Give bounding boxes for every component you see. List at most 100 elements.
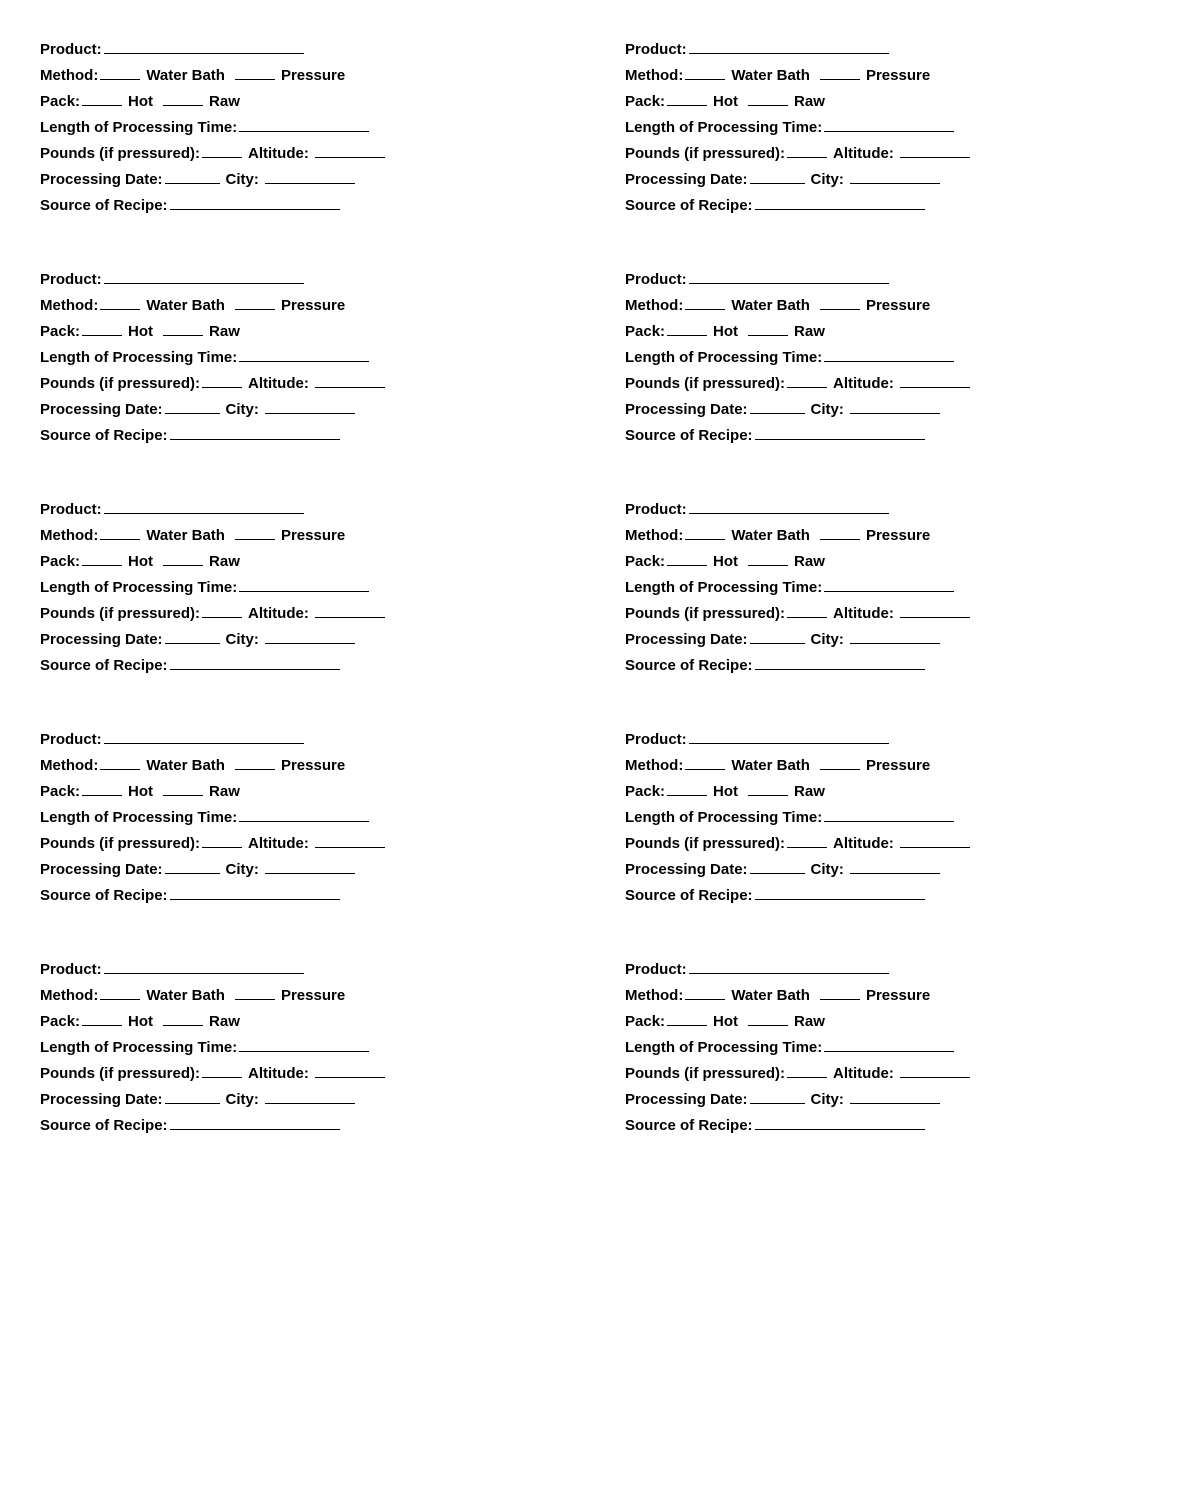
method-check-waterbath[interactable] (685, 294, 725, 310)
source-field[interactable] (170, 194, 340, 210)
method-check-waterbath[interactable] (100, 754, 140, 770)
altitude-field[interactable] (315, 832, 385, 848)
processing-date-field[interactable] (750, 1088, 805, 1104)
length-field[interactable] (824, 116, 954, 132)
pounds-field[interactable] (787, 142, 827, 158)
city-field[interactable] (265, 628, 355, 644)
method-check-waterbath[interactable] (685, 984, 725, 1000)
pack-check-raw[interactable] (163, 90, 203, 106)
method-check-waterbath[interactable] (100, 984, 140, 1000)
length-field[interactable] (824, 806, 954, 822)
method-check-pressure[interactable] (235, 64, 275, 80)
product-field[interactable] (104, 38, 304, 54)
product-field[interactable] (104, 958, 304, 974)
method-check-pressure[interactable] (820, 294, 860, 310)
pounds-field[interactable] (787, 832, 827, 848)
source-field[interactable] (755, 424, 925, 440)
city-field[interactable] (850, 628, 940, 644)
processing-date-field[interactable] (165, 168, 220, 184)
pack-check-hot[interactable] (667, 1010, 707, 1026)
pounds-field[interactable] (202, 142, 242, 158)
length-field[interactable] (239, 576, 369, 592)
pack-check-hot[interactable] (667, 320, 707, 336)
source-field[interactable] (755, 1114, 925, 1130)
product-field[interactable] (689, 268, 889, 284)
pounds-field[interactable] (202, 602, 242, 618)
pounds-field[interactable] (787, 372, 827, 388)
pack-check-hot[interactable] (82, 780, 122, 796)
pack-check-raw[interactable] (748, 90, 788, 106)
pounds-field[interactable] (787, 602, 827, 618)
method-check-pressure[interactable] (235, 294, 275, 310)
method-check-pressure[interactable] (820, 984, 860, 1000)
method-check-pressure[interactable] (820, 754, 860, 770)
city-field[interactable] (850, 398, 940, 414)
method-check-waterbath[interactable] (100, 64, 140, 80)
pounds-field[interactable] (787, 1062, 827, 1078)
length-field[interactable] (824, 1036, 954, 1052)
method-check-pressure[interactable] (820, 64, 860, 80)
method-check-pressure[interactable] (235, 754, 275, 770)
source-field[interactable] (755, 654, 925, 670)
processing-date-field[interactable] (165, 628, 220, 644)
altitude-field[interactable] (900, 602, 970, 618)
city-field[interactable] (850, 168, 940, 184)
method-check-waterbath[interactable] (685, 754, 725, 770)
product-field[interactable] (104, 498, 304, 514)
pack-check-raw[interactable] (163, 1010, 203, 1026)
product-field[interactable] (689, 38, 889, 54)
pack-check-hot[interactable] (667, 780, 707, 796)
pack-check-raw[interactable] (748, 320, 788, 336)
length-field[interactable] (239, 346, 369, 362)
pack-check-hot[interactable] (82, 1010, 122, 1026)
altitude-field[interactable] (315, 372, 385, 388)
pack-check-hot[interactable] (82, 320, 122, 336)
city-field[interactable] (850, 1088, 940, 1104)
pack-check-hot[interactable] (667, 90, 707, 106)
pack-check-raw[interactable] (163, 320, 203, 336)
pounds-field[interactable] (202, 372, 242, 388)
processing-date-field[interactable] (165, 858, 220, 874)
length-field[interactable] (239, 116, 369, 132)
source-field[interactable] (170, 884, 340, 900)
processing-date-field[interactable] (750, 398, 805, 414)
length-field[interactable] (824, 576, 954, 592)
method-check-pressure[interactable] (235, 984, 275, 1000)
city-field[interactable] (265, 168, 355, 184)
altitude-field[interactable] (315, 1062, 385, 1078)
altitude-field[interactable] (900, 1062, 970, 1078)
pack-check-hot[interactable] (82, 90, 122, 106)
source-field[interactable] (755, 884, 925, 900)
product-field[interactable] (689, 728, 889, 744)
altitude-field[interactable] (900, 832, 970, 848)
pack-check-hot[interactable] (82, 550, 122, 566)
length-field[interactable] (239, 1036, 369, 1052)
method-check-waterbath[interactable] (685, 64, 725, 80)
pack-check-raw[interactable] (163, 550, 203, 566)
pack-check-raw[interactable] (748, 550, 788, 566)
source-field[interactable] (170, 1114, 340, 1130)
processing-date-field[interactable] (750, 858, 805, 874)
pounds-field[interactable] (202, 832, 242, 848)
processing-date-field[interactable] (165, 398, 220, 414)
length-field[interactable] (239, 806, 369, 822)
method-check-pressure[interactable] (820, 524, 860, 540)
pack-check-raw[interactable] (163, 780, 203, 796)
processing-date-field[interactable] (750, 628, 805, 644)
city-field[interactable] (265, 1088, 355, 1104)
processing-date-field[interactable] (165, 1088, 220, 1104)
altitude-field[interactable] (315, 602, 385, 618)
city-field[interactable] (265, 858, 355, 874)
pounds-field[interactable] (202, 1062, 242, 1078)
processing-date-field[interactable] (750, 168, 805, 184)
product-field[interactable] (689, 498, 889, 514)
product-field[interactable] (689, 958, 889, 974)
product-field[interactable] (104, 728, 304, 744)
source-field[interactable] (170, 424, 340, 440)
altitude-field[interactable] (900, 142, 970, 158)
altitude-field[interactable] (315, 142, 385, 158)
pack-check-hot[interactable] (667, 550, 707, 566)
pack-check-raw[interactable] (748, 1010, 788, 1026)
altitude-field[interactable] (900, 372, 970, 388)
method-check-waterbath[interactable] (685, 524, 725, 540)
